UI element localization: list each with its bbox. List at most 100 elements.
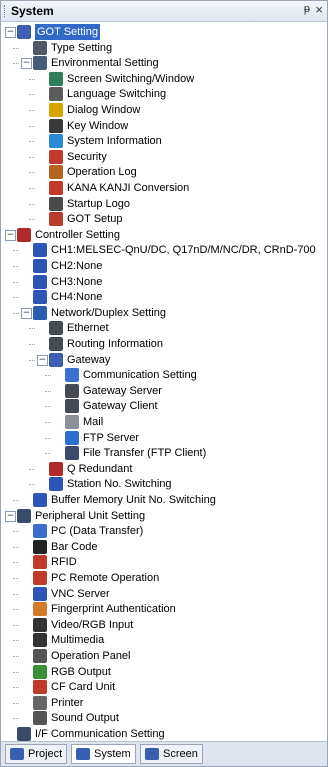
tree-connector — [29, 188, 35, 189]
gateway-client-icon — [65, 399, 79, 414]
tree-node[interactable]: Dialog Window — [1, 102, 327, 118]
tree-node-label: Communication Setting — [83, 369, 197, 382]
tree-node-label: GOT Setting — [35, 24, 100, 40]
collapse-icon[interactable]: − — [21, 307, 32, 319]
security-icon — [49, 149, 63, 164]
ch3-icon — [33, 274, 47, 289]
tree-connector — [13, 47, 19, 49]
tree-connector — [13, 266, 19, 267]
system-info-icon — [49, 134, 63, 149]
panel-titlebar[interactable]: System ᵽ × — [1, 1, 327, 22]
tree-node[interactable]: Gateway Client — [1, 398, 327, 414]
tree-node[interactable]: Sound Output — [1, 710, 327, 726]
tree-node-label: I/F Communication Setting — [35, 728, 165, 740]
tab-screen[interactable]: Screen — [140, 744, 203, 764]
drag-grip-icon[interactable] — [4, 5, 7, 17]
tree-node[interactable]: − Environmental Setting — [1, 55, 327, 71]
controller-icon — [17, 227, 31, 242]
tree-node[interactable]: Operation Log — [1, 164, 327, 180]
collapse-icon[interactable]: − — [21, 58, 32, 70]
project-tab-icon — [10, 748, 24, 760]
tree-node[interactable]: Security — [1, 149, 327, 165]
tree-connector — [29, 172, 35, 174]
tree-node[interactable]: KANA KANJI Conversion — [1, 180, 327, 196]
key-window-icon — [49, 118, 63, 133]
tree-node[interactable]: Communication Setting — [1, 367, 327, 383]
tree-node[interactable]: FTP Server — [1, 430, 327, 446]
got-setup-icon — [49, 212, 63, 227]
tree-node[interactable]: Type Setting — [1, 40, 327, 56]
tab-system[interactable]: System — [71, 744, 136, 764]
tree-node-label: Buffer Memory Unit No. Switching — [51, 494, 216, 506]
tree-node[interactable]: Mail — [1, 414, 327, 430]
tree-node[interactable]: Multimedia — [1, 632, 327, 648]
operation-log-icon — [49, 165, 63, 180]
tree-node[interactable]: PC (Data Transfer) — [1, 523, 327, 539]
tree-node[interactable]: Bar Code — [1, 539, 327, 555]
tree-node[interactable]: − GOT Setting — [1, 24, 327, 40]
tree-node[interactable]: Station No. Switching — [1, 476, 327, 492]
tree-node-label: CH3:None — [51, 275, 103, 288]
tree-node-label: RFID — [51, 556, 77, 569]
tree-connector — [13, 671, 19, 673]
tree-connector — [29, 156, 35, 158]
tree-connector — [13, 297, 19, 299]
system-tab-icon — [76, 748, 90, 760]
environment-icon — [33, 56, 47, 71]
tree-node[interactable]: VNC Server — [1, 586, 327, 602]
tree-node[interactable]: − Network/Duplex Setting — [1, 305, 327, 321]
tree-node[interactable]: CH4:None — [1, 289, 327, 305]
tree-node[interactable]: Ethernet — [1, 320, 327, 336]
tree-node[interactable]: Screen Switching/Window — [1, 71, 327, 87]
tree-node[interactable]: Routing Information — [1, 336, 327, 352]
tree-node[interactable]: File Transfer (FTP Client) — [1, 445, 327, 461]
tree-node-label: Environmental Setting — [51, 57, 159, 70]
tree-node[interactable]: GOT Setup — [1, 211, 327, 227]
tree-node[interactable]: CH2:None — [1, 258, 327, 274]
tree-node[interactable]: Key Window — [1, 118, 327, 134]
tree-node[interactable]: System Information — [1, 133, 327, 149]
tree-node-label: Mail — [83, 416, 104, 428]
tree-node[interactable]: Gateway Server — [1, 383, 327, 399]
tree-node[interactable]: CH3:None — [1, 274, 327, 290]
tree-connector — [13, 640, 19, 642]
collapse-icon[interactable]: − — [37, 354, 48, 366]
tree-node-label: RGB Output — [51, 665, 111, 678]
tree-node[interactable]: Q Redundant — [1, 461, 327, 477]
tree-node[interactable]: I/F Communication Setting — [1, 726, 327, 742]
tree-node[interactable]: Video/RGB Input — [1, 617, 327, 633]
tree-node[interactable]: RFID — [1, 554, 327, 570]
tree-node-label: Operation Log — [67, 166, 137, 179]
tree-node-label: Security — [67, 150, 107, 163]
tree-node-label: Printer — [51, 696, 84, 709]
tree-node[interactable]: − Peripheral Unit Setting — [1, 508, 327, 524]
close-icon[interactable]: × — [315, 2, 323, 17]
operation-panel-icon — [33, 649, 47, 663]
tree-node[interactable]: − Controller Setting — [1, 227, 327, 243]
tree-node[interactable]: RGB Output — [1, 664, 327, 680]
collapse-icon[interactable]: − — [5, 229, 16, 241]
ch1-icon — [33, 243, 47, 258]
tree-node-label: Peripheral Unit Setting — [35, 509, 146, 522]
collapse-icon[interactable]: − — [5, 510, 16, 522]
tree-node[interactable]: Fingerprint Authentication — [1, 601, 327, 617]
gateway-server-icon — [65, 383, 79, 398]
tree-node[interactable]: Operation Panel — [1, 648, 327, 664]
collapse-icon[interactable]: − — [5, 27, 16, 38]
tree-node[interactable]: PC Remote Operation — [1, 570, 327, 586]
tree-node[interactable]: Printer — [1, 695, 327, 711]
tree-node-label: Gateway Client — [83, 400, 158, 413]
peripheral-icon — [17, 508, 31, 523]
tree-node-label: CF Card Unit — [51, 681, 116, 694]
tree-node[interactable]: CH1:MELSEC-QnU/DC, Q17nD/M/NC/DR, CRnD-7… — [1, 242, 327, 258]
tree-node[interactable]: Buffer Memory Unit No. Switching — [1, 492, 327, 508]
tree-node[interactable]: CF Card Unit — [1, 679, 327, 695]
pin-icon[interactable]: ᵽ — [304, 3, 310, 15]
tree-connector — [45, 406, 51, 408]
tree-node-label: CH4:None — [51, 291, 103, 304]
tree-node[interactable]: Language Switching — [1, 86, 327, 102]
tree-node[interactable]: − Gateway — [1, 352, 327, 368]
tab-label: Screen — [163, 748, 198, 760]
tab-project[interactable]: Project — [5, 744, 68, 764]
tree-node[interactable]: Startup Logo — [1, 196, 327, 212]
